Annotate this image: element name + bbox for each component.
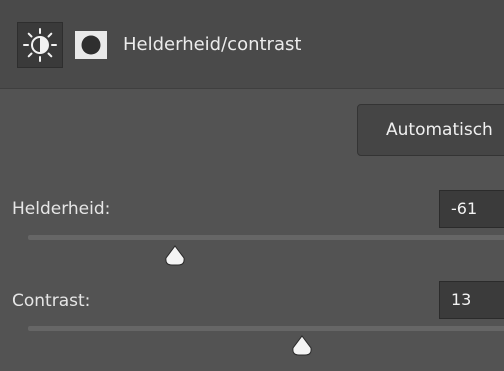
contrast-label: Contrast:: [12, 291, 91, 311]
layer-mask-icon[interactable]: [74, 30, 108, 60]
automatic-button[interactable]: Automatisch: [357, 104, 504, 156]
panel-header: Helderheid/contrast: [0, 0, 504, 89]
panel-title: Helderheid/contrast: [123, 34, 302, 55]
contrast-value-field[interactable]: 13: [439, 281, 504, 319]
brightness-label: Helderheid:: [12, 199, 111, 219]
brightness-slider-track[interactable]: [28, 235, 504, 240]
contrast-slider-thumb[interactable]: [291, 335, 313, 357]
brightness-value-field[interactable]: -61: [439, 190, 504, 228]
properties-panel: Helderheid/contrast Automatisch Helderhe…: [0, 0, 504, 371]
brightness-slider-thumb[interactable]: [164, 245, 186, 267]
sun-brightness-icon[interactable]: [17, 22, 63, 68]
contrast-slider-track[interactable]: [28, 326, 504, 331]
